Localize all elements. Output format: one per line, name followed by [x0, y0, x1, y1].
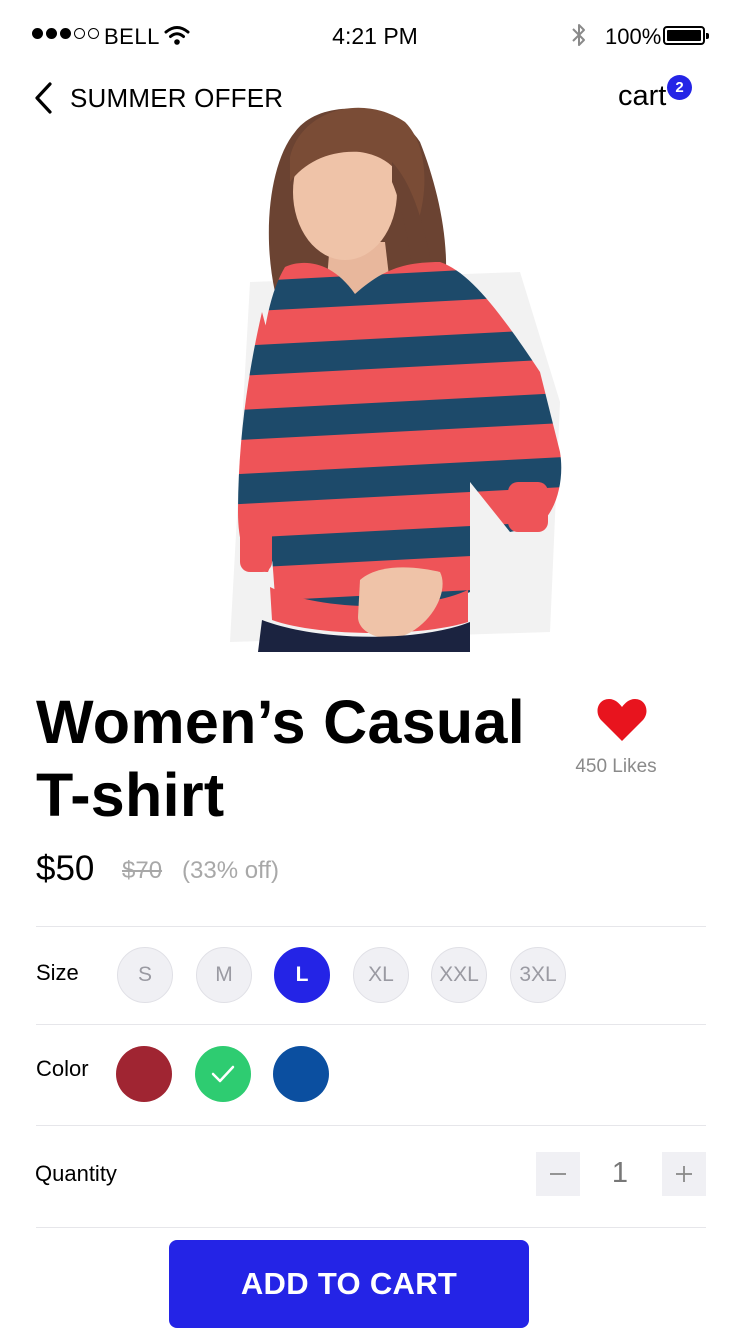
discount-label: (33% off): [182, 857, 279, 884]
size-option-s[interactable]: S: [117, 947, 173, 1003]
quantity-increment-button[interactable]: [662, 1152, 706, 1196]
likes-count: 450 Likes: [575, 756, 657, 777]
page-title: SUMMER OFFER: [70, 83, 284, 113]
divider: [36, 1024, 706, 1025]
size-option-l[interactable]: L: [274, 947, 330, 1003]
product-title: Women’s Casual T-shirt: [36, 688, 525, 829]
size-option-xl[interactable]: XL: [353, 947, 409, 1003]
quantity-value: 1: [611, 1157, 629, 1189]
status-bar: BELL 4:21 PM 100%: [0, 0, 750, 72]
size-label: Size: [36, 960, 79, 985]
bluetooth-icon: [572, 24, 585, 46]
plus-icon: [676, 1166, 692, 1182]
product-image: [230, 107, 562, 652]
battery-icon: [663, 26, 709, 45]
color-label: Color: [36, 1056, 89, 1081]
color-swatch-red[interactable]: [116, 1046, 172, 1102]
add-to-cart-button[interactable]: ADD TO CART: [169, 1240, 529, 1328]
divider: [36, 926, 706, 927]
quantity-decrement-button[interactable]: [536, 1152, 580, 1196]
minus-icon: [550, 1173, 566, 1175]
original-price: $70: [122, 857, 163, 884]
divider: [36, 1227, 706, 1228]
cart-count-badge: 2: [667, 75, 692, 100]
current-price: $50: [36, 849, 95, 888]
cart-button[interactable]: cart: [618, 80, 666, 113]
chevron-left-icon[interactable]: [28, 78, 64, 118]
size-option-m[interactable]: M: [196, 947, 252, 1003]
quantity-label: Quantity: [35, 1161, 117, 1186]
size-option-3xl[interactable]: 3XL: [510, 947, 566, 1003]
divider: [36, 1125, 706, 1126]
heart-icon[interactable]: [596, 697, 648, 743]
color-swatch-green[interactable]: [195, 1046, 251, 1102]
size-option-xxl[interactable]: XXL: [431, 947, 487, 1003]
battery-percentage: 100%: [605, 24, 662, 49]
checkmark-icon: [211, 1065, 235, 1083]
color-swatch-blue[interactable]: [273, 1046, 329, 1102]
